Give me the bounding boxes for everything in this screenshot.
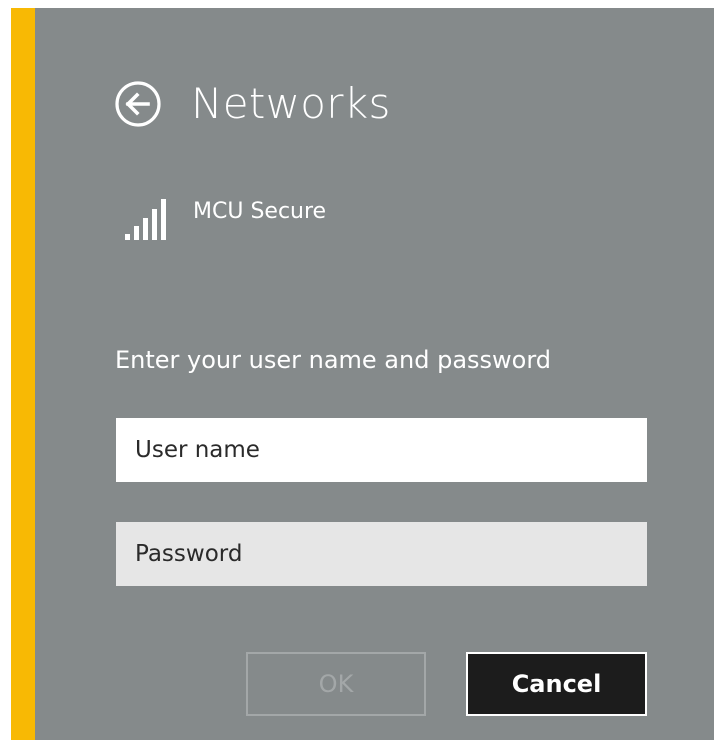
page-title: Networks <box>191 79 391 128</box>
accent-bar <box>11 8 35 740</box>
network-auth-window: Networks MCU Secure Enter your user name… <box>0 0 714 748</box>
network-name: MCU Secure <box>193 199 327 224</box>
ok-button[interactable]: OK <box>246 652 426 716</box>
cancel-button[interactable]: Cancel <box>466 652 647 716</box>
back-arrow-circle-icon <box>115 81 161 127</box>
password-input[interactable] <box>116 522 647 586</box>
credentials-prompt: Enter your user name and password <box>115 346 552 374</box>
back-button[interactable] <box>115 81 161 127</box>
username-input[interactable] <box>116 418 647 482</box>
wifi-signal-bars-icon <box>125 199 166 240</box>
networks-panel: Networks MCU Secure Enter your user name… <box>35 8 714 740</box>
